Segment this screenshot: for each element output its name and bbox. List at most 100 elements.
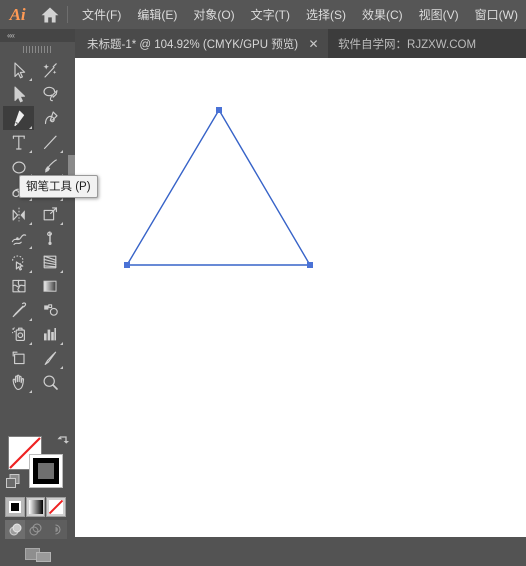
anchor-point-bottom-left[interactable] (124, 262, 130, 268)
lasso-tool[interactable] (34, 82, 65, 106)
screen-mode-button[interactable] (0, 541, 75, 566)
panel-collapse-button[interactable]: «« (0, 29, 75, 42)
rotate-reflect-tool[interactable] (3, 202, 34, 226)
flyout-indicator-icon (29, 78, 32, 81)
menu-view[interactable]: 视图(V) (411, 0, 467, 29)
mesh-icon (11, 279, 26, 292)
flyout-indicator-icon (60, 198, 63, 201)
width-warp-tool[interactable] (3, 226, 34, 250)
ellipse-shape-icon (11, 161, 26, 173)
hand-tool[interactable] (3, 370, 34, 394)
column-graph-icon (43, 327, 56, 340)
width-warp-icon (11, 233, 26, 245)
document-tab[interactable]: 未标题-1* @ 104.92% (CMYK/GPU 预览) ✕ (75, 29, 329, 58)
flyout-indicator-icon (29, 318, 32, 321)
menu-object[interactable]: 对象(O) (185, 0, 242, 29)
eyedropper-tool[interactable] (3, 298, 34, 322)
zoom-tool[interactable] (34, 370, 65, 394)
magic-wand-icon (42, 62, 57, 78)
eyedropper-icon (12, 301, 26, 317)
flyout-indicator-icon (60, 222, 63, 225)
close-icon[interactable]: ✕ (307, 38, 320, 50)
anchor-point-top[interactable] (216, 107, 222, 113)
draw-normal-button[interactable] (5, 520, 25, 539)
menu-effect[interactable]: 效果(C) (354, 0, 411, 29)
scale-icon (43, 206, 57, 220)
magic-wand-tool[interactable] (34, 58, 65, 82)
default-fill-stroke-icon[interactable] (6, 474, 20, 493)
grip-dots-icon (22, 45, 53, 53)
fill-stroke-control (3, 433, 72, 495)
triangle-path[interactable] (125, 108, 312, 266)
flyout-indicator-icon (29, 342, 32, 345)
tools-panel: «« 钢笔工具 (P) (0, 29, 98, 562)
menu-select[interactable]: 选择(S) (298, 0, 354, 29)
gradient-swatch-icon (28, 500, 43, 514)
drawing-mode-row (5, 520, 67, 539)
free-transform-tool[interactable] (34, 226, 65, 250)
line-segment-tool[interactable] (34, 130, 65, 154)
document-tab-bar: 未标题-1* @ 104.92% (CMYK/GPU 预览) ✕ 软件自学网：R… (0, 29, 526, 58)
watermark-text: 软件自学网：RJZXW.COM (338, 38, 477, 51)
symbol-sprayer-icon (11, 326, 25, 341)
gradient-tool[interactable] (34, 274, 65, 298)
direct-selection-tool[interactable] (3, 82, 34, 106)
artboard-canvas[interactable] (75, 58, 526, 537)
perspective-grid-icon (43, 255, 56, 268)
artboard-tool[interactable] (3, 346, 34, 370)
home-icon[interactable] (35, 0, 65, 29)
gradient-mode-button[interactable] (25, 497, 46, 517)
none-mode-button[interactable] (46, 497, 67, 517)
flyout-indicator-icon (60, 342, 63, 345)
mesh-tool[interactable] (3, 274, 34, 298)
stroke-swatch[interactable] (29, 454, 63, 488)
selection-icon (13, 61, 25, 78)
menu-type[interactable]: 文字(T) (243, 0, 298, 29)
blend-icon (43, 303, 58, 316)
pen-tool[interactable] (3, 106, 34, 130)
menu-edit[interactable]: 编辑(E) (129, 0, 185, 29)
menu-window[interactable]: 窗口(W) (467, 0, 526, 29)
tool-grid (3, 58, 69, 394)
free-transform-icon (46, 230, 52, 245)
menu-divider (67, 6, 68, 23)
chevron-left-icon: «« (7, 30, 15, 40)
ai-logo-icon: Ai (9, 4, 26, 24)
selection-tool[interactable] (3, 58, 34, 82)
panel-drag-handle[interactable] (0, 42, 75, 56)
flyout-indicator-icon (29, 198, 32, 201)
flyout-indicator-icon (29, 270, 32, 273)
flyout-indicator-icon (29, 222, 32, 225)
illustrator-window: Ai 文件(F) 编辑(E) 对象(O) 文字(T) 选择(S) 效果(C) 视图(V) 窗口… (0, 0, 526, 562)
symbol-sprayer-tool[interactable] (3, 322, 34, 346)
column-graph-tool[interactable] (34, 322, 65, 346)
curvature-tool[interactable] (34, 106, 65, 130)
flyout-indicator-icon (60, 366, 63, 369)
type-icon (12, 135, 25, 150)
direct-selection-icon (14, 86, 25, 102)
flyout-indicator-icon (60, 150, 63, 153)
slice-icon (44, 351, 56, 365)
flyout-indicator-icon (29, 390, 32, 393)
menu-bar: Ai 文件(F) 编辑(E) 对象(O) 文字(T) 选择(S) 效果(C) 视图(V) 窗口… (0, 0, 526, 29)
anchor-point-bottom-right[interactable] (307, 262, 313, 268)
stroke-swatch-inner (33, 458, 59, 484)
scale-tool[interactable] (34, 202, 65, 226)
flyout-indicator-icon (29, 150, 32, 153)
slice-tool[interactable] (34, 346, 65, 370)
draw-behind-button[interactable] (25, 520, 45, 539)
type-tool[interactable] (3, 130, 34, 154)
flyout-indicator-icon (29, 246, 32, 249)
curvature-icon (44, 110, 58, 124)
draw-inside-button[interactable] (45, 520, 65, 539)
gradient-icon (43, 280, 56, 292)
tool-tooltip: 钢笔工具 (P) (19, 175, 98, 198)
color-mode-button[interactable] (5, 497, 25, 517)
perspective-grid-tool[interactable] (34, 250, 65, 274)
tab-strip: 未标题-1* @ 104.92% (CMYK/GPU 预览) ✕ 软件自学网：R… (75, 29, 526, 58)
blend-tool[interactable] (34, 298, 65, 322)
flyout-indicator-icon (29, 126, 32, 129)
swap-fill-stroke-icon[interactable] (57, 434, 70, 452)
menu-file[interactable]: 文件(F) (74, 0, 129, 29)
shape-builder-tool[interactable] (3, 250, 34, 274)
